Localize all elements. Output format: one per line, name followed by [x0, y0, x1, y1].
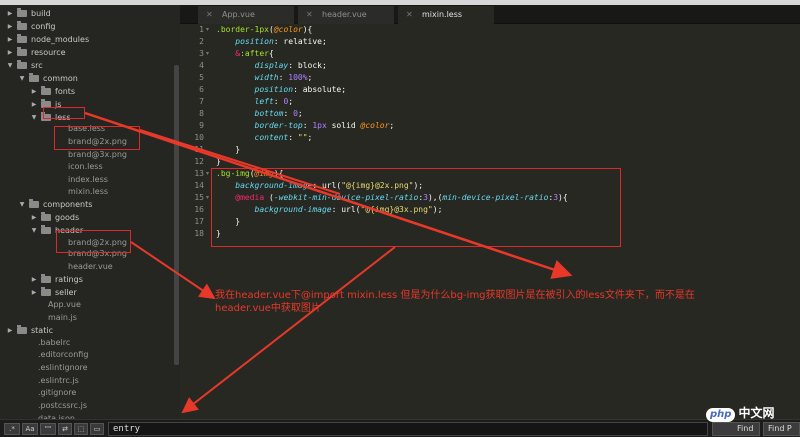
- annotation-note: 我在header.vue下@import mixin.less 但是为什么bg-…: [215, 290, 695, 314]
- php-logo: php: [706, 408, 736, 422]
- watermark: php 中文网: [706, 404, 774, 422]
- arrow-images-to-mixin: [139, 129, 341, 195]
- annotation-arrows: [84, 111, 573, 414]
- arrow-header-images-to-note: [130, 241, 216, 300]
- arrow-mixin-to-sidebar: [181, 246, 396, 414]
- arrow-less-folder-to-note: [84, 111, 573, 279]
- watermark-text: 中文网: [738, 406, 775, 420]
